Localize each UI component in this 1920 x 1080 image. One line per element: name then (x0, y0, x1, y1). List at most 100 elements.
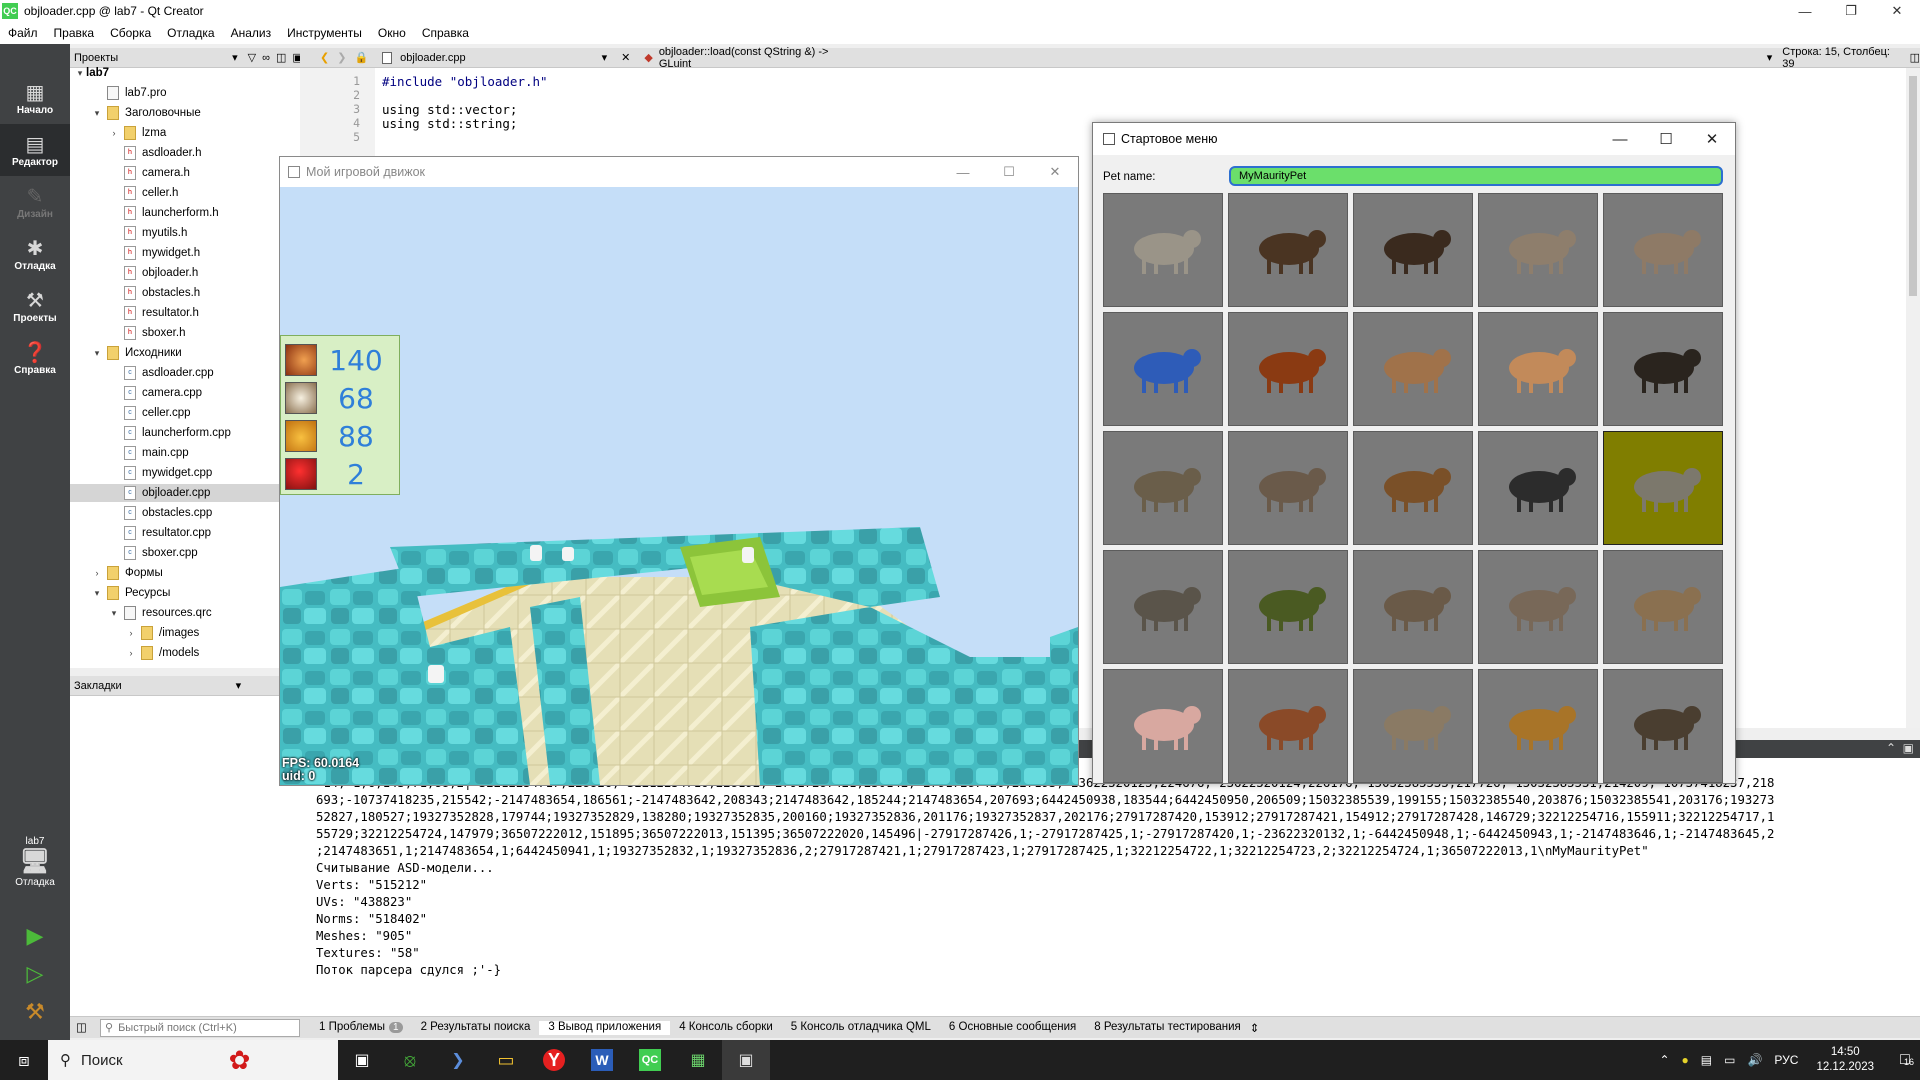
pet-model-stag-model[interactable] (1478, 550, 1598, 664)
task-view-icon[interactable]: ▣ (338, 1050, 386, 1070)
chevron-down-icon[interactable]: ▾ (91, 588, 103, 599)
output-tab[interactable]: 8 Результаты тестирования (1085, 1021, 1250, 1035)
pet-model-tiger-model[interactable] (1478, 669, 1598, 783)
tree-item[interactable]: h objloader.h (70, 264, 300, 282)
pet-model-spider-model[interactable] (1353, 669, 1473, 783)
chevron-down-icon[interactable]: ▾ (91, 108, 103, 119)
close-button[interactable]: ✕ (1874, 0, 1920, 22)
notifications-button[interactable]: □ 16 (1890, 1051, 1920, 1069)
pet-name-input[interactable] (1229, 166, 1723, 186)
output-tab[interactable]: 2 Результаты поиска (412, 1021, 540, 1035)
monitor-icon[interactable]: ▭ (1724, 1053, 1735, 1067)
tree-item[interactable]: h myutils.h (70, 224, 300, 242)
xbox-app-icon[interactable]: ⦻ (386, 1050, 434, 1071)
tree-item[interactable]: h resultator.h (70, 304, 300, 322)
pet-model-leopard-model[interactable] (1103, 431, 1223, 545)
tree-item[interactable]: c launcherform.cpp (70, 424, 300, 442)
mode-editor[interactable]: ▤ Редактор (0, 124, 70, 176)
tree-item[interactable]: c obstacles.cpp (70, 504, 300, 522)
pet-model-dachshund-model[interactable] (1603, 312, 1723, 426)
pet-model-cow-model[interactable] (1478, 312, 1598, 426)
tree-item[interactable]: c camera.cpp (70, 384, 300, 402)
pet-model-shepherd-dog-model[interactable] (1353, 431, 1473, 545)
output-tab[interactable]: 3 Вывод приложения (539, 1020, 671, 1035)
mode-welcome[interactable]: ▦ Начало (0, 72, 70, 124)
mode-projects[interactable]: ⚒ Проекты (0, 280, 70, 332)
function-selector[interactable]: ◆ objloader::load(const QString &) -> GL… (644, 46, 846, 70)
pet-model-rooster-model[interactable] (1228, 312, 1348, 426)
menu-item[interactable]: Правка (46, 26, 103, 40)
bookmarks-panel-header[interactable]: Закладки ▾ (70, 676, 300, 696)
chevron-down-icon[interactable]: ▾ (108, 608, 120, 619)
tree-item[interactable]: lab7.pro (70, 84, 300, 102)
output-tab[interactable]: 1 Проблемы 1 (310, 1021, 412, 1035)
chevron-right-icon[interactable]: › (108, 128, 120, 138)
chevron-updown-icon[interactable]: ⇕ (1250, 1021, 1260, 1035)
start-menu-window[interactable]: Стартовое меню — ☐ ✕ Pet name: (1092, 122, 1736, 784)
tree-item[interactable]: c mywidget.cpp (70, 464, 300, 482)
output-tab[interactable]: 5 Консоль отладчика QML (782, 1021, 940, 1035)
forward-arrow-icon[interactable]: ❯ (337, 51, 346, 64)
tree-item[interactable]: c objloader.cpp (70, 484, 300, 502)
game-app-icon[interactable]: ▣ (722, 1040, 770, 1080)
tree-item[interactable]: › lzma (70, 124, 300, 142)
pet-model-bison-model[interactable] (1228, 193, 1348, 307)
menu-item[interactable]: Справка (414, 26, 477, 40)
chevron-down-icon[interactable]: ▾ (236, 679, 242, 692)
application-output[interactable]: Model_Idx: "6""14;-1;6;143;71;88;2|-3221… (300, 758, 1920, 1024)
menu-item[interactable]: Окно (370, 26, 414, 40)
word-app-icon[interactable]: W (578, 1049, 626, 1071)
chevron-down-icon[interactable]: ▾ (232, 51, 238, 64)
pet-model-moose-model[interactable] (1228, 431, 1348, 545)
pet-model-boar-model[interactable] (1603, 669, 1723, 783)
minimize-button[interactable]: — (1782, 0, 1828, 22)
output-tab[interactable]: 6 Основные сообщения (940, 1021, 1085, 1035)
cursor-position[interactable]: Строка: 15, Столбец: 39 (1782, 46, 1895, 70)
pet-model-dragonfly-model[interactable] (1228, 550, 1348, 664)
language-indicator[interactable]: РУС (1774, 1053, 1798, 1067)
split-icon[interactable]: ◫ (276, 51, 286, 64)
tree-item[interactable]: h celler.h (70, 184, 300, 202)
pet-model-pig-model[interactable] (1103, 669, 1223, 783)
link-icon[interactable]: ∞ (262, 52, 270, 64)
pet-model-fox-model[interactable] (1353, 312, 1473, 426)
clock[interactable]: 14:50 12.12.2023 (1816, 1045, 1874, 1075)
close-file-icon[interactable]: ✕ (621, 51, 630, 64)
start-menu-titlebar[interactable]: Стартовое меню — ☐ ✕ (1093, 123, 1735, 155)
pet-model-lynx-model[interactable] (1603, 550, 1723, 664)
target-selector[interactable]: lab7 🖥 Отладка (0, 824, 70, 900)
minimize-button[interactable]: — (1597, 123, 1643, 155)
tree-item[interactable]: c resultator.cpp (70, 524, 300, 542)
chevron-down-icon[interactable]: ▾ (602, 51, 608, 64)
tree-item[interactable]: › /images (70, 624, 300, 642)
tree-item[interactable]: ▾ lab7 (70, 64, 300, 82)
tree-item[interactable]: c celler.cpp (70, 404, 300, 422)
run-button[interactable]: ▶ (0, 918, 70, 954)
menu-item[interactable]: Отладка (159, 26, 222, 40)
powershell-app-icon[interactable]: ❯ (434, 1050, 482, 1070)
chevron-right-icon[interactable]: › (125, 648, 137, 658)
chevron-up-icon[interactable]: ⌃ (1886, 741, 1896, 755)
tree-item[interactable]: ▾ Заголовочные (70, 104, 300, 122)
windows-start-icon[interactable]: ⧈ (0, 1040, 48, 1080)
game-window-titlebar[interactable]: Мой игровой движок — ☐ ✕ (280, 157, 1078, 187)
tree-item[interactable]: h mywidget.h (70, 244, 300, 262)
menu-item[interactable]: Сборка (102, 26, 159, 40)
output-tab[interactable]: 4 Консоль сборки (670, 1021, 782, 1035)
qt-creator-app-icon[interactable]: QC (626, 1049, 674, 1071)
pet-model-elephant-model[interactable] (1103, 193, 1223, 307)
yandex-browser-app-icon[interactable]: Y (530, 1049, 578, 1071)
pet-model-deer-model[interactable] (1478, 193, 1598, 307)
tree-item[interactable]: h camera.h (70, 164, 300, 182)
tree-item[interactable]: h sboxer.h (70, 324, 300, 342)
game-window[interactable]: Мой игровой движок — ☐ ✕ 140 68 88 2 FPS… (279, 156, 1079, 786)
mode-debug[interactable]: ✱ Отладка (0, 228, 70, 280)
network-icon[interactable]: ▤ (1701, 1053, 1712, 1067)
close-button[interactable]: ✕ (1689, 123, 1735, 155)
tree-item[interactable]: ▾ resources.qrc (70, 604, 300, 622)
split-editor-icon[interactable]: ◫ (1910, 51, 1920, 64)
pet-model-raccoon-model[interactable] (1103, 550, 1223, 664)
pet-model-wolf-model[interactable] (1603, 431, 1723, 545)
tree-item[interactable]: ▾ Исходники (70, 344, 300, 362)
tray-app-icon[interactable]: ● (1682, 1053, 1689, 1067)
